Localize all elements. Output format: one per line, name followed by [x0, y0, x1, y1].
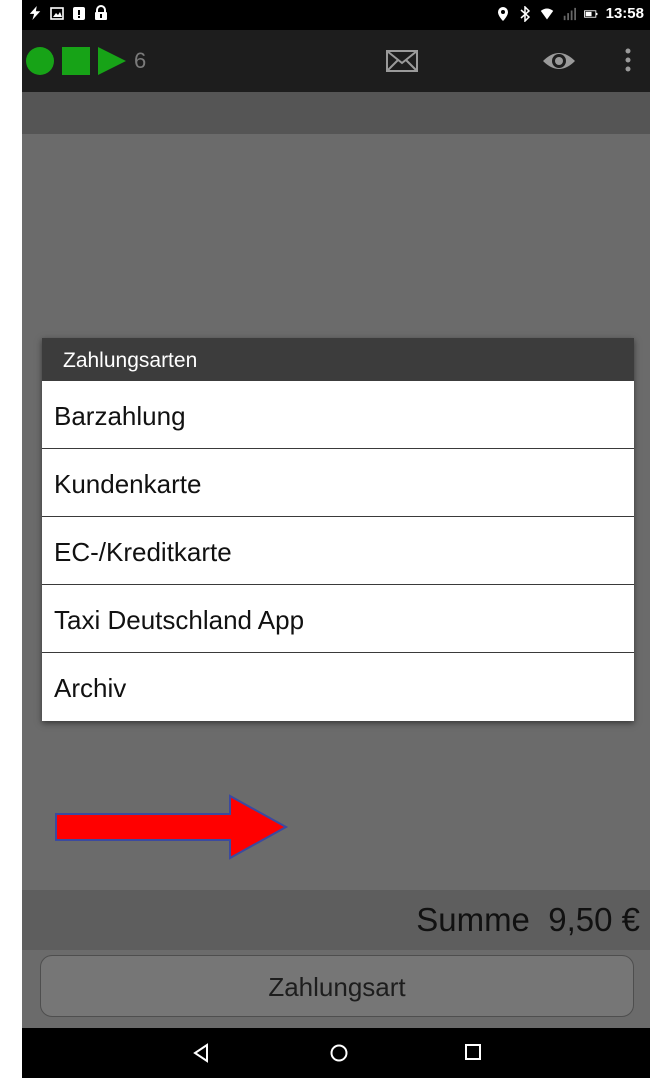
red-arrow-annotation: [55, 794, 289, 860]
payment-methods-dialog: Zahlungsarten Barzahlung Kundenkarte EC-…: [42, 338, 634, 721]
status-bar: 13:58: [22, 0, 650, 30]
trip-counter: 6: [134, 48, 147, 73]
badge-icon: [73, 7, 85, 20]
more-vert-icon[interactable]: [622, 46, 634, 74]
clock: 13:58: [605, 5, 644, 22]
back-icon[interactable]: [192, 1043, 210, 1063]
status-dot[interactable]: [26, 47, 54, 75]
sum-total: Summe 9,50 €: [416, 901, 640, 938]
location-icon: [497, 6, 508, 21]
mail-icon[interactable]: [386, 50, 418, 72]
option-ec-kreditkarte[interactable]: EC-/Kreditkarte: [42, 517, 634, 585]
app-screen: 13:58 6 Zahlungsarten Barzahlung Kundenk…: [22, 0, 650, 1078]
option-barzahlung[interactable]: Barzahlung: [42, 381, 634, 449]
payment-method-button[interactable]: Zahlungsart: [40, 955, 634, 1017]
image-icon: [50, 7, 64, 20]
home-icon[interactable]: [329, 1043, 349, 1063]
header-strip: [22, 92, 650, 134]
option-taxi-deutschland-app[interactable]: Taxi Deutschland App: [42, 585, 634, 653]
battery-icon: [583, 9, 598, 18]
eye-icon[interactable]: [542, 48, 576, 74]
signal-icon: [563, 7, 576, 20]
wifi-icon: [540, 8, 553, 19]
recent-apps-icon[interactable]: [464, 1043, 482, 1061]
stop-button[interactable]: [62, 47, 90, 75]
bluetooth-icon: [520, 5, 530, 22]
play-button[interactable]: [98, 47, 126, 75]
option-kundenkarte[interactable]: Kundenkarte: [42, 449, 634, 517]
lock-icon: [95, 5, 107, 20]
dialog-title: Zahlungsarten: [42, 338, 634, 381]
bolt-icon: [29, 6, 41, 20]
option-archiv[interactable]: Archiv: [42, 653, 634, 721]
